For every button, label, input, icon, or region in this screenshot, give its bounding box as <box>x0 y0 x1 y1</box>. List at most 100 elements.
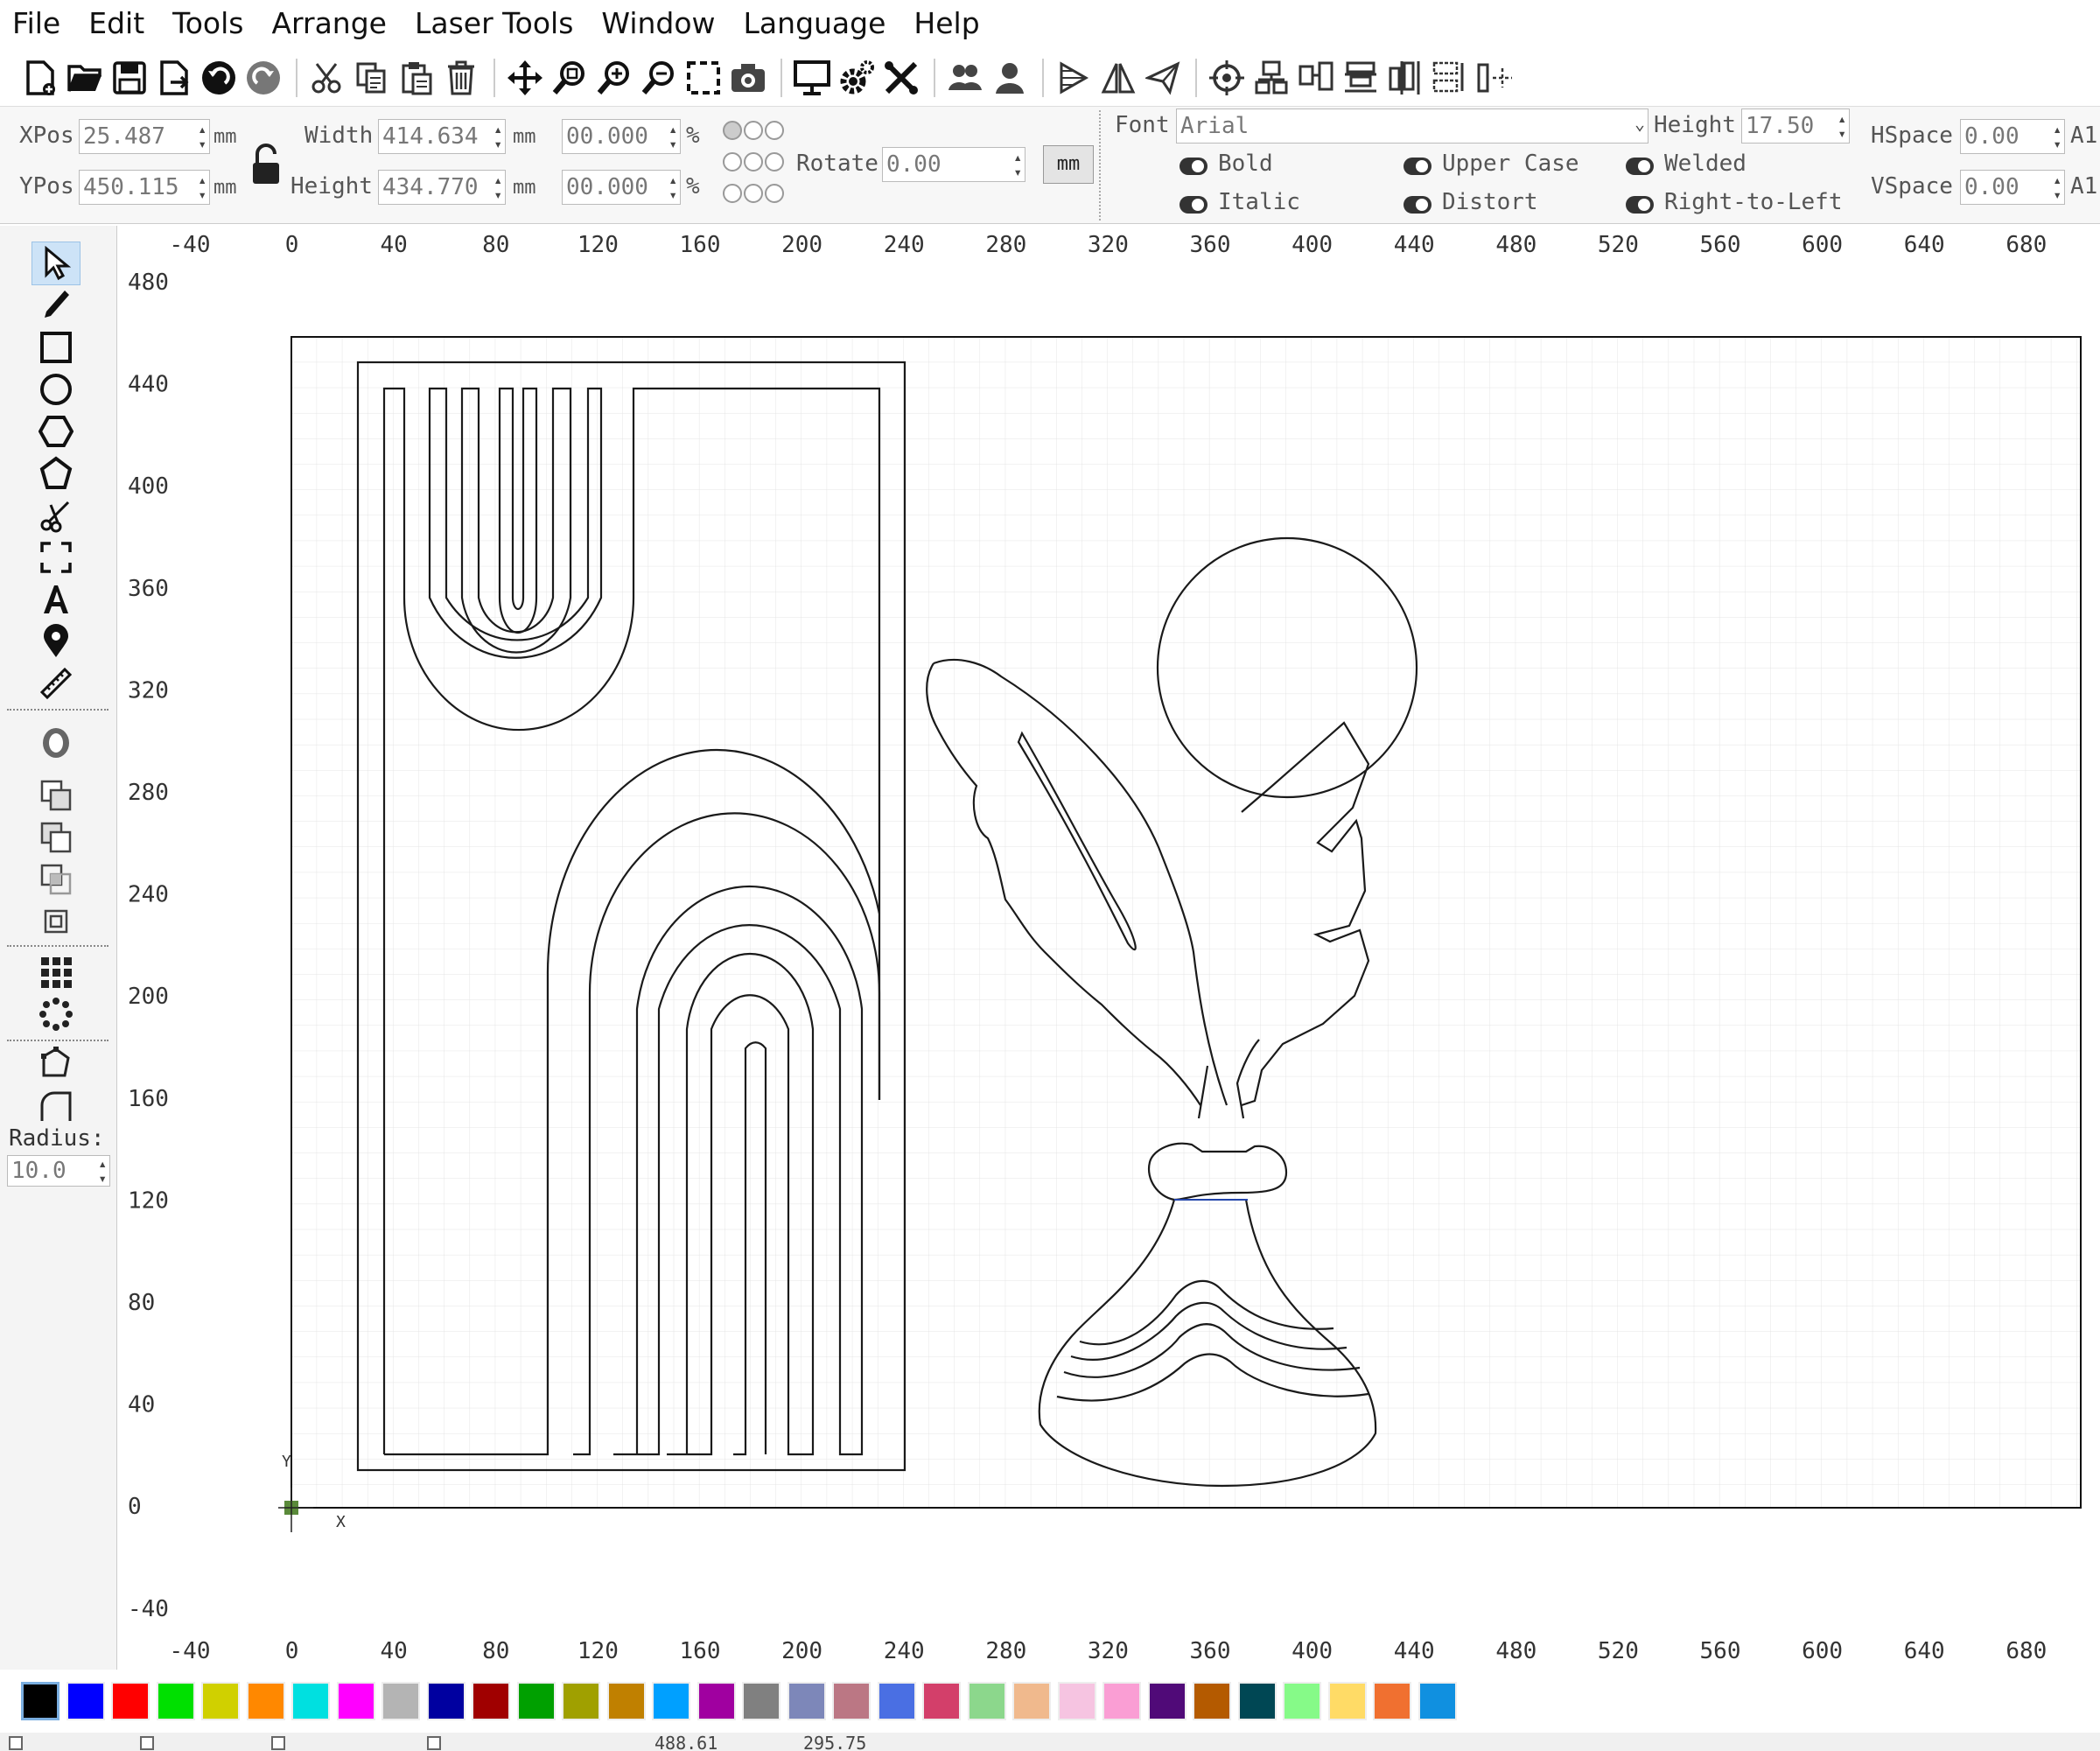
paste-icon[interactable] <box>396 56 438 100</box>
polygon-icon[interactable] <box>32 410 80 453</box>
redo-icon[interactable] <box>242 56 284 100</box>
offset-icon[interactable] <box>32 721 80 765</box>
boolean-union-icon[interactable] <box>32 774 80 817</box>
width-input[interactable]: 414.634 ▴ ▾ <box>378 119 506 154</box>
send-icon[interactable] <box>1142 56 1184 100</box>
export-icon[interactable] <box>153 56 195 100</box>
color-swatch[interactable] <box>696 1682 736 1720</box>
zoom-out-icon[interactable] <box>638 56 680 100</box>
select-arrow-icon[interactable] <box>32 242 80 285</box>
vspace-input[interactable]: 0.00 ▴ ▾ <box>1960 170 2065 205</box>
rotate-input[interactable]: 0.00 ▴ ▾ <box>882 147 1026 182</box>
new-file-icon[interactable] <box>19 56 61 100</box>
italic-toggle[interactable] <box>1180 196 1208 214</box>
anchor-middle-left[interactable] <box>723 152 742 172</box>
menu-help[interactable]: Help <box>914 6 979 40</box>
menu-laser-tools[interactable]: Laser Tools <box>415 6 573 40</box>
color-swatch[interactable] <box>201 1682 240 1720</box>
menu-language[interactable]: Language <box>744 6 886 40</box>
menu-window[interactable]: Window <box>601 6 715 40</box>
grid-array-icon[interactable] <box>32 950 80 994</box>
color-swatch[interactable] <box>967 1682 1006 1720</box>
rectangle-icon[interactable] <box>32 326 80 369</box>
right-to-left-toggle[interactable] <box>1626 196 1654 214</box>
color-swatch[interactable] <box>832 1682 871 1720</box>
lock-ratio-icon[interactable] <box>250 144 282 192</box>
pentagon-icon[interactable] <box>32 452 80 495</box>
target-icon[interactable] <box>1206 56 1248 100</box>
radius-input[interactable]: 10.0 ▴ ▾ <box>7 1155 110 1187</box>
camera-icon[interactable] <box>727 56 769 100</box>
status-checkbox-rotate[interactable] <box>271 1736 285 1750</box>
zoom-in-icon[interactable] <box>593 56 635 100</box>
distort-toggle[interactable] <box>1404 196 1432 214</box>
text-icon[interactable] <box>32 578 80 621</box>
group-icon[interactable] <box>944 56 986 100</box>
copy-icon[interactable] <box>351 56 393 100</box>
color-swatch[interactable] <box>922 1682 961 1720</box>
unit-toggle-button[interactable]: mm <box>1043 145 1094 184</box>
color-swatch[interactable] <box>562 1682 600 1720</box>
zoom-fit-icon[interactable] <box>549 56 591 100</box>
hspace-input[interactable]: 0.00 ▴ ▾ <box>1960 119 2065 154</box>
color-swatch[interactable] <box>1102 1682 1141 1720</box>
anchor-top-center[interactable] <box>744 121 763 140</box>
menu-file[interactable]: File <box>12 6 60 40</box>
color-swatch[interactable] <box>1147 1682 1186 1720</box>
color-swatch[interactable] <box>1012 1682 1051 1720</box>
node-edit-icon[interactable] <box>32 1041 80 1085</box>
mirror-v-icon[interactable] <box>1097 56 1139 100</box>
center-h-icon[interactable] <box>1429 56 1471 100</box>
color-swatch[interactable] <box>1283 1682 1321 1720</box>
frame-icon[interactable] <box>32 536 80 579</box>
move-icon[interactable] <box>504 56 546 100</box>
menu-tools[interactable]: Tools <box>172 6 243 40</box>
circular-array-icon[interactable] <box>32 992 80 1036</box>
save-icon[interactable] <box>108 56 150 100</box>
color-swatch[interactable] <box>426 1682 466 1720</box>
design-canvas[interactable]: -40 -40 0 0 40 40 80 80 120 120 160 160 200 200 240 240… <box>117 226 2100 1670</box>
height-input[interactable]: 434.770 ▴ ▾ <box>378 170 506 205</box>
delete-icon[interactable] <box>440 56 482 100</box>
anchor-top-left[interactable] <box>723 121 742 140</box>
anchor-bottom-right[interactable] <box>765 184 784 203</box>
color-swatch[interactable] <box>472 1682 510 1720</box>
font-select[interactable]: Arial ⌄ <box>1176 109 1648 144</box>
status-checkbox-move[interactable] <box>9 1736 23 1750</box>
align-center-icon[interactable] <box>1295 56 1337 100</box>
align-top-icon[interactable] <box>1250 56 1292 100</box>
tools-icon[interactable] <box>880 56 922 100</box>
pencil-icon[interactable] <box>32 284 80 327</box>
color-swatch[interactable] <box>21 1682 60 1720</box>
color-swatch[interactable] <box>652 1682 690 1720</box>
ellipse-icon[interactable] <box>32 368 80 411</box>
color-swatch[interactable] <box>606 1682 646 1720</box>
distribute-v-icon[interactable] <box>1384 56 1426 100</box>
boolean-intersect-icon[interactable] <box>32 858 80 901</box>
boolean-subtract-icon[interactable] <box>32 816 80 859</box>
bold-toggle[interactable] <box>1180 158 1208 175</box>
xpos-input[interactable]: 25.487 ▴ ▾ <box>79 119 210 154</box>
measure-ruler-icon[interactable] <box>32 662 80 705</box>
color-swatch[interactable] <box>336 1682 375 1720</box>
color-swatch[interactable] <box>1237 1682 1277 1720</box>
color-swatch[interactable] <box>742 1682 780 1720</box>
mirror-h-icon[interactable] <box>1053 56 1095 100</box>
select-frame-icon[interactable] <box>682 56 724 100</box>
status-checkbox-shear[interactable] <box>427 1736 441 1750</box>
center-v-icon[interactable] <box>1474 56 1516 100</box>
boolean-weld-icon[interactable] <box>32 900 80 943</box>
position-marker-icon[interactable] <box>32 620 80 663</box>
color-swatch[interactable] <box>66 1682 105 1720</box>
scale-height-input[interactable]: 00.000 ▴ ▾ <box>562 170 681 205</box>
color-swatch[interactable] <box>291 1682 330 1720</box>
monitor-icon[interactable] <box>791 56 833 100</box>
hspace-align[interactable]: A1 <box>2070 123 2097 149</box>
ypos-input[interactable]: 450.115 ▴ ▾ <box>79 170 210 205</box>
color-swatch[interactable] <box>382 1682 420 1720</box>
color-swatch[interactable] <box>877 1682 916 1720</box>
color-swatch[interactable] <box>787 1682 826 1720</box>
color-swatch[interactable] <box>156 1682 195 1720</box>
color-swatch[interactable] <box>1418 1682 1457 1720</box>
color-swatch[interactable] <box>111 1682 150 1720</box>
